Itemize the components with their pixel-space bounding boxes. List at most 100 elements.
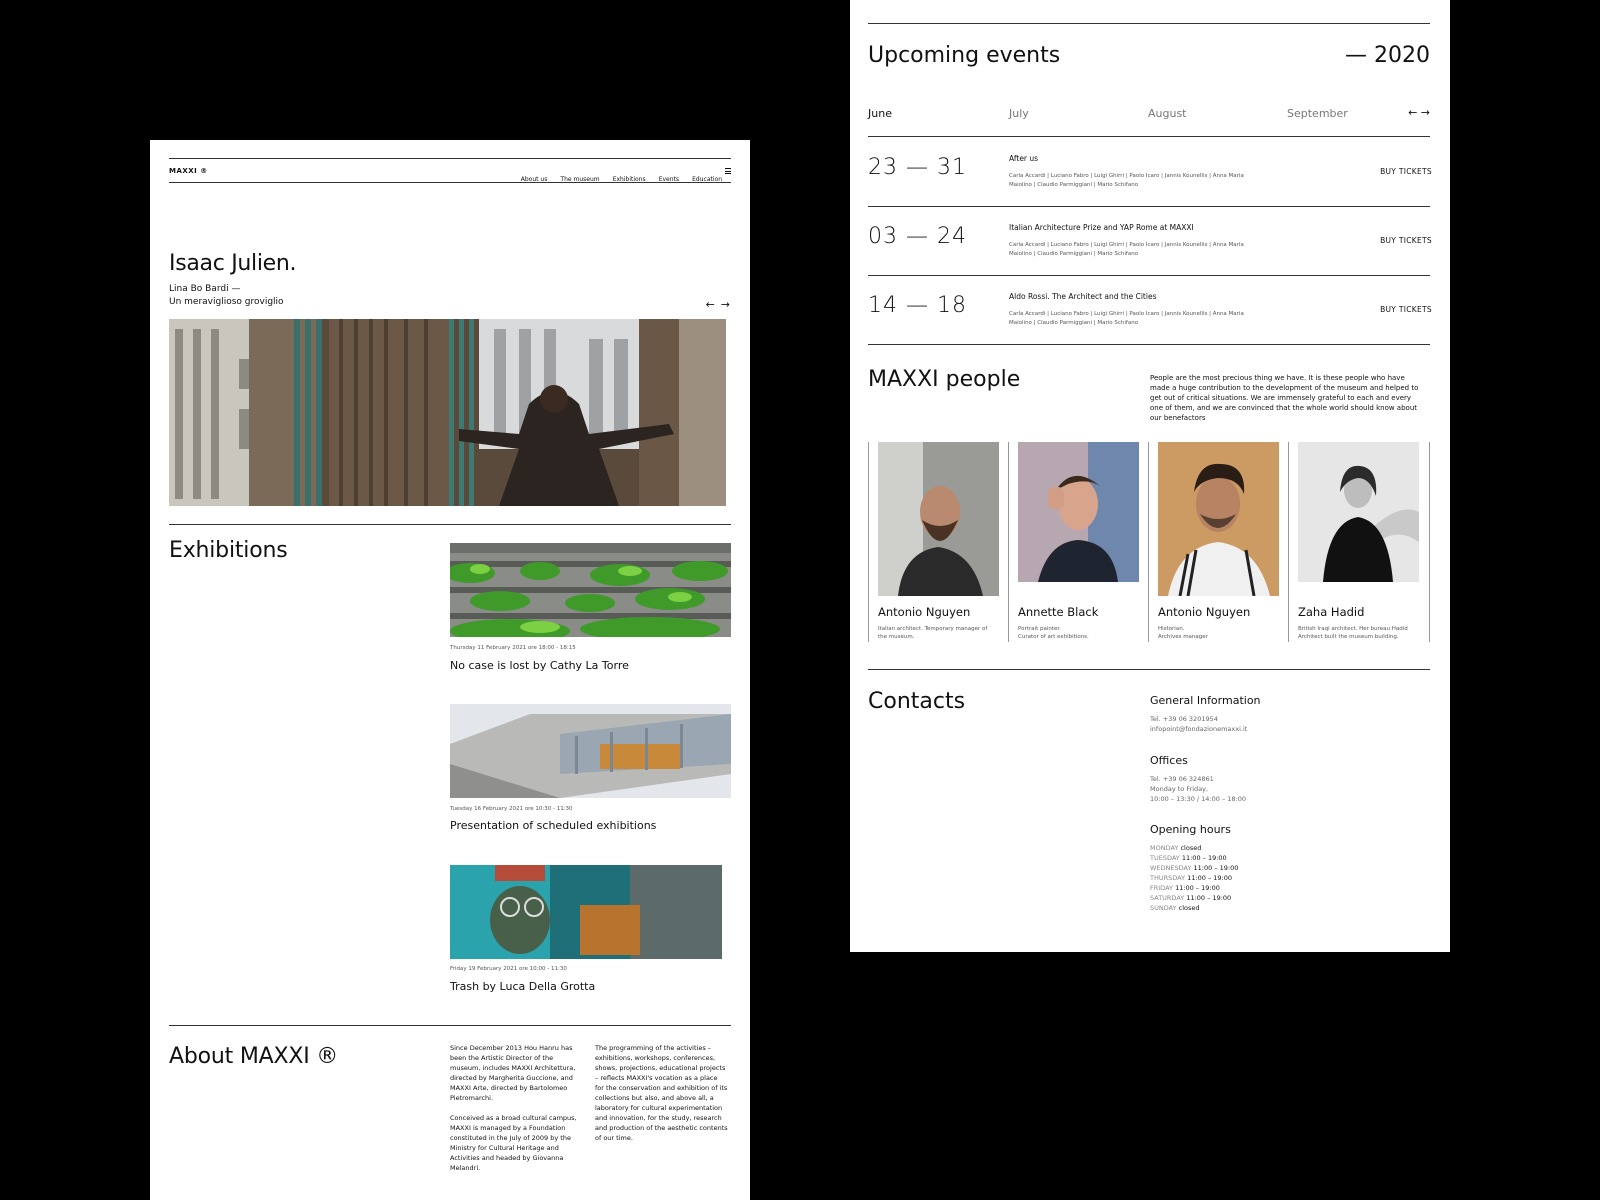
event-people-3-line1: Carla Accardi | Luciano Fabro | Luigi Gh… — [1009, 311, 1244, 317]
about-paragraph-1: Since December 2013 Hou Hanru has been t… — [450, 1044, 576, 1102]
hours-value: closed — [1178, 904, 1200, 912]
hamburger-menu-icon[interactable] — [725, 168, 731, 174]
event-people-2: Carla Accardi | Luciano Fabro | Luigi Gh… — [1009, 241, 1269, 259]
about-column-2: The programming of the activities – exhi… — [595, 1043, 728, 1143]
person-desc-3: Historian. Archives manager — [1158, 625, 1208, 641]
buy-tickets-button-2[interactable]: BUY TICKETS — [1380, 236, 1432, 245]
contacts-rule — [868, 669, 1430, 670]
hours-day: SATURDAY — [1150, 894, 1185, 902]
person-desc-3-line2: Archives manager — [1158, 634, 1208, 640]
logo[interactable]: MAXXI ® — [169, 167, 208, 175]
person-desc-2-line2: Curator of art exhibitions. — [1018, 634, 1089, 640]
event-name-1[interactable]: After us — [1009, 154, 1038, 163]
opening-hours-title: Opening hours — [1150, 823, 1231, 836]
offices-hours: 10:00 – 13:30 / 14:00 – 18:00 — [1150, 795, 1247, 803]
exhibition-title-2[interactable]: Presentation of scheduled exhibitions — [450, 819, 656, 832]
person-desc-4: British Iraqi architect. Her bureau Hadi… — [1298, 625, 1408, 641]
events-year: — 2020 — [1345, 43, 1430, 68]
event-divider-1 — [868, 206, 1430, 207]
event-dates-1: 23 — 31 — [868, 155, 967, 180]
events-list-rule — [868, 136, 1430, 137]
event-name-3[interactable]: Aldo Rossi. The Architect and the Cities — [1009, 292, 1156, 301]
exhibition-image-3[interactable] — [450, 865, 722, 959]
hours-value: closed — [1180, 844, 1202, 852]
arrow-left-icon[interactable]: ← — [1408, 106, 1417, 119]
person-desc-1: Italian architect. Temporary manager of … — [878, 625, 987, 641]
event-people-1-line1: Carla Accardi | Luciano Fabro | Luigi Gh… — [1009, 173, 1244, 179]
events-top-rule — [868, 23, 1430, 24]
arrow-left-icon[interactable]: ← — [706, 298, 715, 311]
person-card-1[interactable]: Antonio Nguyen Italian architect. Tempor… — [868, 442, 1009, 642]
person-desc-4-line1: British Iraqi architect. Her bureau Hadi… — [1298, 626, 1408, 632]
person-card-2[interactable]: Annette Black Portrait painter. Curator … — [1008, 442, 1149, 642]
exhibitions-rule — [169, 524, 731, 525]
events-panel: Upcoming events — 2020 June July August … — [850, 0, 1450, 952]
opening-hours-list: MONDAY closed TUESDAY 11:00 – 19:00 WEDN… — [1150, 843, 1238, 913]
hours-day: WEDNESDAY — [1150, 864, 1192, 872]
event-people-2-line1: Carla Accardi | Luciano Fabro | Luigi Gh… — [1009, 242, 1244, 248]
exhibition-title-3[interactable]: Trash by Luca Della Grotta — [450, 980, 595, 993]
about-paragraph-2: Conceived as a broad cultural campus, MA… — [450, 1114, 577, 1172]
offices-days: Monday to Friday, — [1150, 785, 1209, 793]
hero-arrows: ← → — [700, 293, 730, 312]
person-card-4[interactable]: Zaha Hadid British Iraqi architect. Her … — [1288, 442, 1430, 642]
event-divider-2 — [868, 275, 1430, 276]
people-intro: People are the most precious thing we ha… — [1150, 374, 1419, 422]
arrow-right-icon[interactable]: → — [721, 298, 730, 311]
buy-tickets-button-1[interactable]: BUY TICKETS — [1380, 167, 1432, 176]
exhibition-date-2: Tuesday 16 February 2021 ore 10:30 - 11:… — [450, 806, 573, 812]
person-card-3[interactable]: Antonio Nguyen Historian. Archives manag… — [1148, 442, 1289, 642]
general-email[interactable]: infopoint@fondazionemaxxi.it — [1150, 724, 1261, 734]
event-people-3: Carla Accardi | Luciano Fabro | Luigi Gh… — [1009, 310, 1269, 328]
person-name-1: Antonio Nguyen — [878, 605, 971, 619]
hours-day: THURSDAY — [1150, 874, 1186, 882]
hours-value: 11:00 – 19:00 — [1181, 854, 1227, 862]
hours-value: 11:00 – 19:00 — [1186, 894, 1232, 902]
person-name-2: Annette Black — [1018, 605, 1099, 619]
person-desc-1-line1: Italian architect. Temporary manager of — [878, 626, 988, 632]
person-photo-1 — [878, 442, 999, 596]
person-desc-3-line1: Historian. — [1158, 626, 1185, 632]
exhibition-image-1[interactable] — [450, 543, 731, 637]
opening-hours: Opening hours MONDAY closed TUESDAY 11:0… — [1150, 823, 1238, 913]
hours-row-friday: FRIDAY 11:00 – 19:00 — [1150, 883, 1238, 893]
exhibition-image-2[interactable] — [450, 704, 731, 798]
hours-row-wednesday: WEDNESDAY 11:00 – 19:00 — [1150, 863, 1238, 873]
hours-row-tuesday: TUESDAY 11:00 – 19:00 — [1150, 853, 1238, 863]
offices-phone[interactable]: Tel. +39 06 324861 — [1150, 774, 1246, 784]
event-name-2[interactable]: Italian Architecture Prize and YAP Rome … — [1009, 223, 1194, 232]
hero-subtitle-line1: Lina Bo Bardi — — [169, 284, 241, 294]
arrow-right-icon[interactable]: → — [1421, 106, 1430, 119]
month-tab-august[interactable]: August — [1148, 107, 1187, 120]
event-people-2-line2: Maiolino | Claudio Parmiggiani | Mario S… — [1009, 251, 1139, 257]
hours-value: 11:00 – 19:00 — [1193, 864, 1239, 872]
header-bottom-rule — [169, 182, 731, 183]
person-desc-1-line2: the museum. — [878, 634, 915, 640]
hero-subtitle-line2: Un meraviglioso groviglio — [169, 297, 284, 307]
offices: Offices Tel. +39 06 324861 Monday to Fri… — [1150, 754, 1246, 804]
about-rule — [169, 1025, 731, 1026]
hours-value: 11:00 – 19:00 — [1175, 884, 1220, 892]
buy-tickets-button-3[interactable]: BUY TICKETS — [1380, 305, 1432, 314]
exhibition-date-1: Thursday 11 February 2021 ore 18:00 - 18… — [450, 645, 576, 651]
hours-day: MONDAY — [1150, 844, 1179, 852]
hours-row-sunday: SUNDAY closed — [1150, 903, 1238, 913]
month-tab-june[interactable]: June — [868, 107, 892, 120]
event-divider-3 — [868, 344, 1430, 345]
hours-row-saturday: SATURDAY 11:00 – 19:00 — [1150, 893, 1238, 903]
person-name-3: Antonio Nguyen — [1158, 605, 1251, 619]
month-arrows: ← → — [1408, 106, 1430, 119]
person-desc-4-line2: Architect built the museum building. — [1298, 634, 1399, 640]
person-photo-4 — [1298, 442, 1419, 582]
event-people-1-line2: Maiolino | Claudio Parmiggiani | Mario S… — [1009, 182, 1139, 188]
general-phone[interactable]: Tel. +39 06 3201954 — [1150, 714, 1261, 724]
header-top-rule — [169, 158, 731, 159]
exhibition-title-1[interactable]: No case is lost by Cathy La Torre — [450, 659, 629, 672]
event-dates-3: 14 — 18 — [868, 293, 967, 318]
people-heading: MAXXI people — [868, 367, 1021, 392]
hours-day: FRIDAY — [1150, 884, 1173, 892]
month-tab-september[interactable]: September — [1287, 107, 1348, 120]
homepage-panel: MAXXI ® About us The museum Exhibitions … — [150, 140, 750, 1200]
person-name-4: Zaha Hadid — [1298, 605, 1365, 619]
month-tab-july[interactable]: July — [1009, 107, 1029, 120]
